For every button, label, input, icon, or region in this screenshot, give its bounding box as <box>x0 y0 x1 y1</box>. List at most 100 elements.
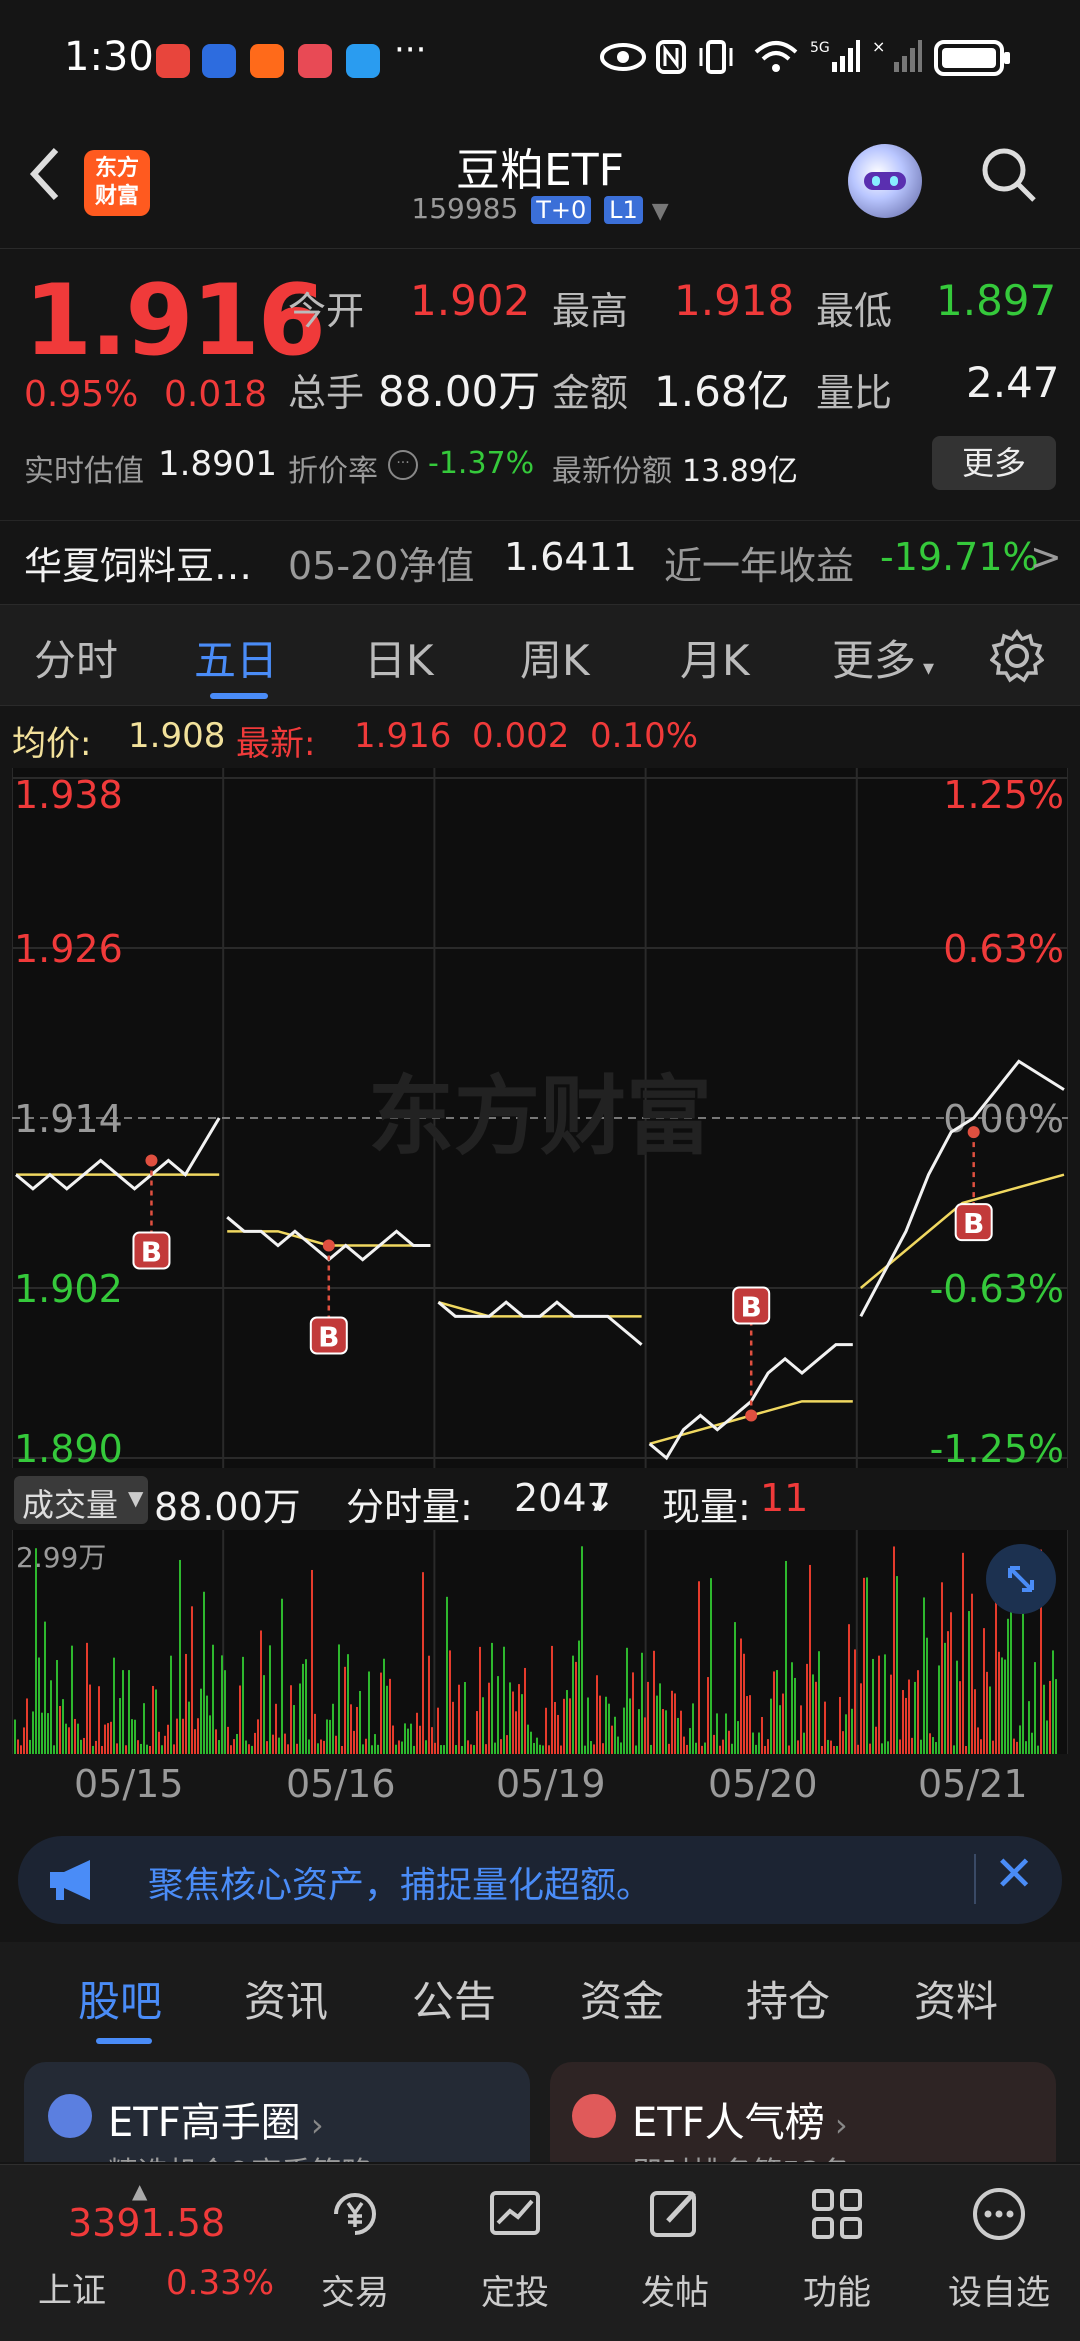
volume-chart[interactable] <box>12 1530 1068 1754</box>
volume-bar <box>755 1744 757 1754</box>
volume-bar <box>854 1649 856 1754</box>
last-price: 1.916 <box>24 264 326 378</box>
fund-info-row[interactable]: 华夏饲料豆… 05-20净值 1.6411 近一年收益 -19.71% > <box>0 520 1080 601</box>
battery-icon <box>934 40 1010 76</box>
assistant-robot-icon[interactable] <box>848 144 922 218</box>
tab-weekly-k[interactable]: 周K <box>520 627 590 688</box>
tab-monthly-k[interactable]: 月K <box>680 627 750 688</box>
volume-selector[interactable]: 成交量 ▼ <box>14 1476 148 1524</box>
five-day-price-chart[interactable]: 1.938 1.25% 1.926 0.63% 1.914 0.00% 1.902 -0.63… <box>12 768 1068 1468</box>
tab-holdings[interactable]: 持仓 <box>746 1968 830 2029</box>
card-etf-ranking[interactable]: ETF人气榜 › 即时排名第53名 <box>550 2062 1056 2162</box>
info-icon[interactable]: ··· <box>388 450 418 480</box>
volume-bar <box>167 1724 169 1754</box>
volume-bar <box>77 1723 79 1754</box>
volume-bar <box>962 1552 964 1754</box>
nav-functions[interactable]: 功能 <box>782 2185 892 2314</box>
settings-gear-icon[interactable] <box>990 629 1044 683</box>
volume-bar <box>92 1745 94 1754</box>
volume-bar <box>212 1644 214 1754</box>
fund-code-row[interactable]: 159985 T+0 L1 ▼ <box>380 192 700 225</box>
volume-bar <box>971 1593 973 1754</box>
tab-intraday[interactable]: 分时 <box>34 627 118 688</box>
tab-forum[interactable]: 股吧 <box>78 1968 162 2029</box>
volume-bar <box>728 1730 730 1754</box>
volume-bar <box>452 1701 454 1754</box>
volume-bar <box>632 1672 634 1754</box>
volume-bar <box>695 1742 697 1754</box>
page-title: 豆粕ETF <box>456 145 624 196</box>
wifi-icon <box>754 41 798 72</box>
volume-bar <box>506 1735 508 1754</box>
tab-five-day[interactable]: 五日 <box>194 627 278 688</box>
more-button[interactable]: 更多 <box>932 436 1056 490</box>
nav-trade[interactable]: 交易 <box>300 2185 410 2314</box>
volume-bar <box>899 1739 901 1754</box>
volume-bar <box>47 1713 49 1754</box>
volume-bar <box>1049 1680 1051 1754</box>
volume-bar <box>59 1706 61 1754</box>
tab-daily-k[interactable]: 日K <box>364 627 434 688</box>
volume-bar <box>1016 1741 1018 1754</box>
volume-bar <box>1028 1701 1030 1754</box>
volume-bar <box>749 1695 751 1754</box>
amount-label: 金额 <box>552 371 629 415</box>
volume-bar <box>419 1725 421 1754</box>
promo-banner[interactable]: 聚焦核心资产，捕捉量化超额。 ✕ <box>18 1836 1062 1924</box>
volume-bar <box>386 1685 388 1754</box>
volume-bar <box>446 1596 448 1754</box>
volume-bar <box>455 1745 457 1754</box>
avg-label: 均价: <box>12 724 92 764</box>
volume-bar <box>767 1739 769 1754</box>
tab-profile[interactable]: 资料 <box>914 1968 998 2029</box>
volume-bar <box>752 1732 754 1754</box>
volume-bar <box>644 1717 646 1754</box>
date-label: 05/19 <box>496 1762 606 1806</box>
volume-bar <box>179 1559 181 1754</box>
volume-bar <box>308 1739 310 1754</box>
volume-bar <box>671 1690 673 1754</box>
volume-bar <box>785 1560 787 1754</box>
buy-marker-dot <box>967 1126 980 1139</box>
volume-bar <box>350 1704 352 1754</box>
volume-bar <box>1046 1720 1048 1754</box>
buy-marker-dot <box>145 1154 158 1167</box>
volume-bar <box>281 1598 283 1754</box>
fullscreen-button[interactable] <box>986 1544 1056 1614</box>
close-banner-button[interactable]: ✕ <box>994 1846 1034 1902</box>
volume-bar <box>17 1739 19 1754</box>
app-notification-icon <box>298 44 332 78</box>
volume-bar <box>113 1657 115 1754</box>
volume-bar <box>686 1744 688 1754</box>
volume-bar <box>347 1654 349 1754</box>
index-name: 上证 <box>38 2271 106 2311</box>
volume-bar <box>1001 1657 1003 1754</box>
volume-bar <box>776 1670 778 1754</box>
chevron-left-icon <box>29 147 59 201</box>
volume-bar <box>20 1745 22 1754</box>
nav-post[interactable]: 发帖 <box>620 2185 730 2314</box>
volume-bar <box>146 1744 148 1754</box>
volume-bar <box>737 1721 739 1754</box>
tab-more[interactable]: 更多 ▾ <box>832 627 934 688</box>
volume-value: 88.00万 <box>378 367 541 416</box>
volume-bar <box>986 1671 988 1754</box>
back-button[interactable] <box>24 142 64 222</box>
nav-invest-plan[interactable]: 定投 <box>460 2185 570 2314</box>
card-etf-experts[interactable]: ETF高手圈 › 精选机会&高手策略 <box>24 2062 530 2162</box>
tab-announcements[interactable]: 公告 <box>412 1968 496 2029</box>
tab-funds[interactable]: 资金 <box>580 1968 664 2029</box>
change-percent: 0.95% <box>24 374 139 415</box>
nav-add-watchlist[interactable]: 设自选 <box>944 2185 1054 2314</box>
volume-bar <box>782 1693 784 1754</box>
search-icon[interactable] <box>980 146 1036 202</box>
tab-news[interactable]: 资讯 <box>244 1968 328 2029</box>
volume-bar <box>794 1677 796 1754</box>
volume-bar <box>317 1743 319 1754</box>
volume-bar <box>974 1689 976 1754</box>
volume-bar <box>143 1703 145 1754</box>
minute-volume-label: 分时量: <box>346 1485 473 1529</box>
volume-bar <box>299 1683 301 1754</box>
trade-yen-icon <box>334 2193 376 2235</box>
volume-bar <box>275 1703 277 1754</box>
